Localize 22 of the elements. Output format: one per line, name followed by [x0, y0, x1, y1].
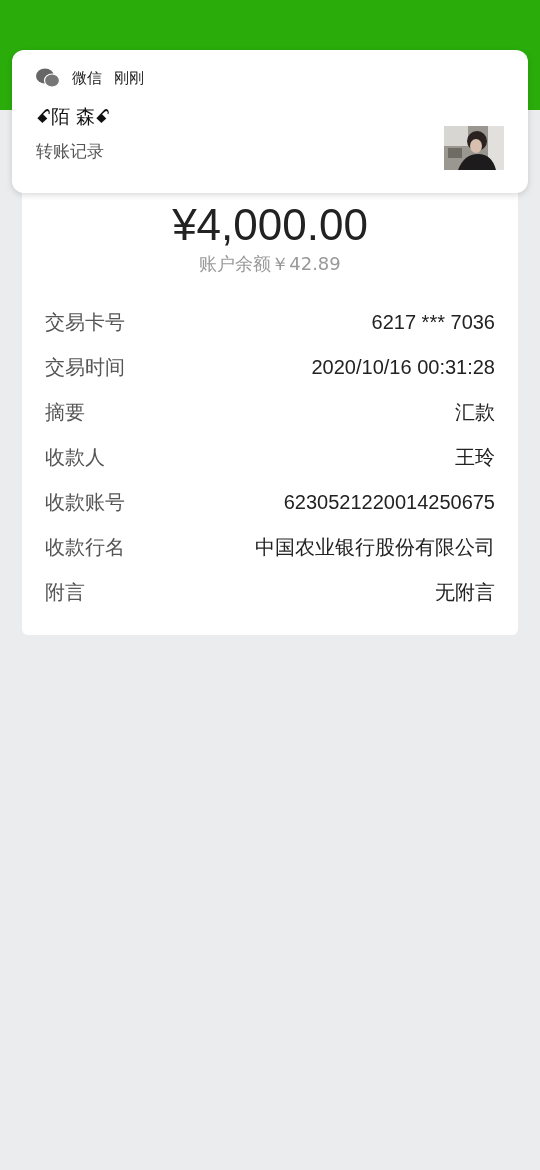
- detail-value: 2020/10/16 00:31:28: [311, 356, 495, 379]
- detail-label: 交易卡号: [45, 309, 125, 336]
- notification-message: 转账记录: [36, 140, 104, 163]
- sender-name: ꗃ陌 森ꗃ: [36, 104, 111, 129]
- detail-label: 收款人: [45, 444, 105, 471]
- notification-card[interactable]: 微信 刚刚 ꗃ陌 森ꗃ 转账记录: [12, 50, 528, 193]
- amount-text: ¥4,000.00: [172, 200, 368, 250]
- detail-label: 收款行名: [45, 534, 125, 561]
- detail-value: 王玲: [455, 445, 495, 470]
- detail-label: 收款账号: [45, 489, 125, 516]
- detail-value: 汇款: [455, 400, 495, 425]
- detail-value: 中国农业银行股份有限公司: [255, 535, 495, 560]
- balance-text: 账户余额￥42.89: [199, 252, 341, 276]
- detail-value: 6217 *** 7036: [371, 311, 495, 334]
- notification-time: 刚刚: [114, 68, 144, 88]
- app-name: 微信: [72, 68, 102, 88]
- detail-value: 无附言: [435, 580, 495, 605]
- detail-label: 摘要: [45, 399, 85, 426]
- chat-bubbles-icon: [36, 68, 60, 88]
- detail-value: 6230521220014250675: [283, 491, 495, 514]
- detail-label: 交易时间: [45, 354, 125, 381]
- detail-label: 附言: [45, 579, 85, 606]
